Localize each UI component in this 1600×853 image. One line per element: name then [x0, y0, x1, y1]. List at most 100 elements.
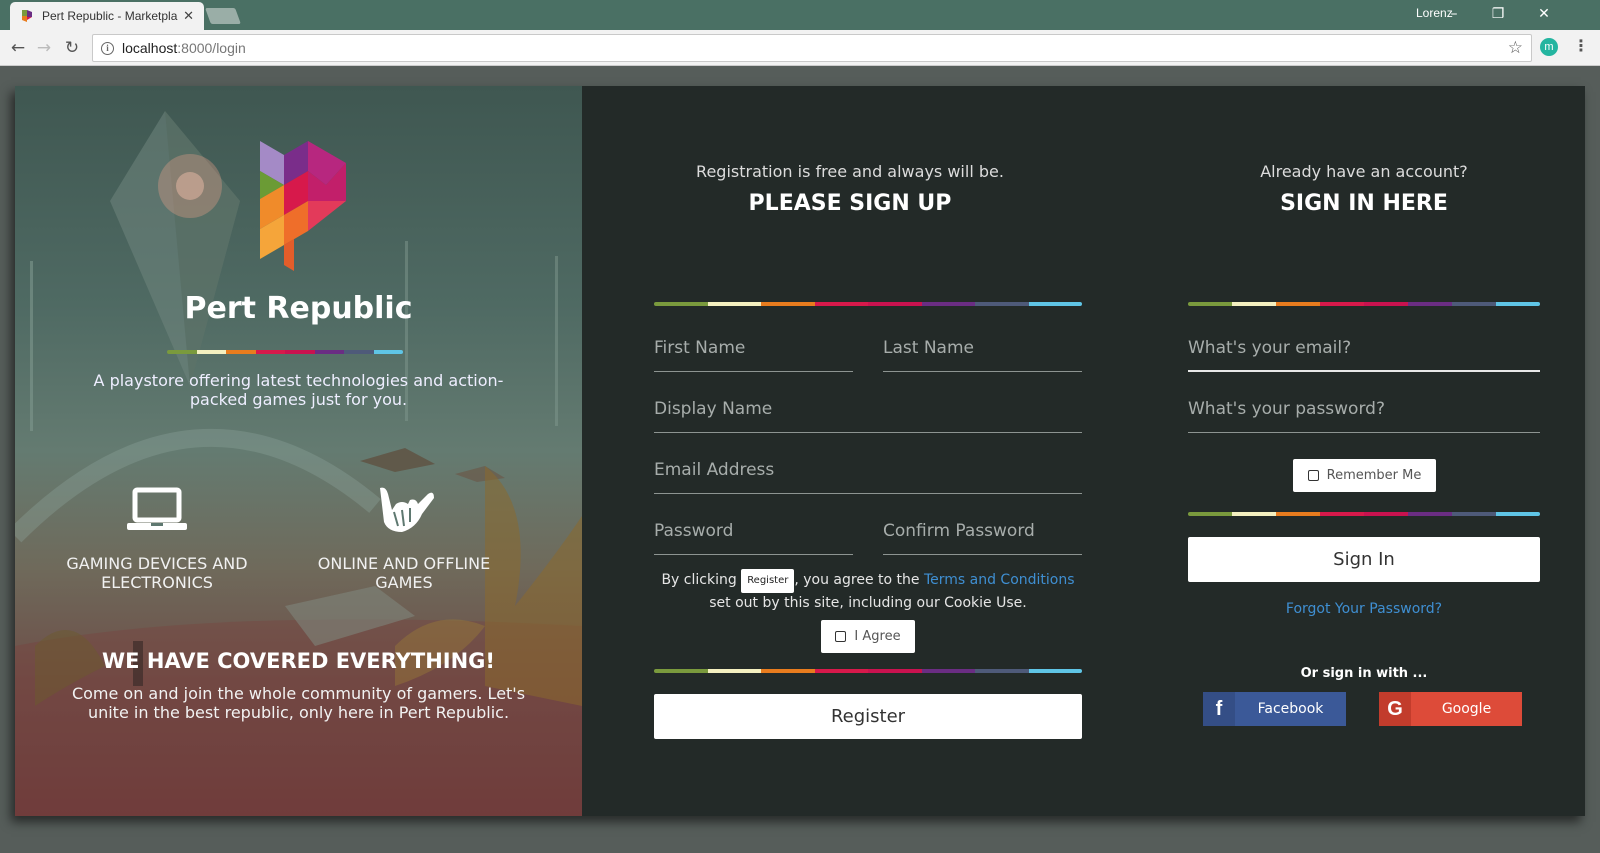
- browser-tab[interactable]: Pert Republic - Marketpla ✕: [10, 2, 204, 30]
- feature-devices: GAMING DEVICES AND ELECTRONICS: [42, 486, 272, 592]
- stripe-segment: [975, 302, 1029, 306]
- stripe-segment: [1452, 302, 1496, 306]
- reload-icon[interactable]: ↻: [60, 36, 84, 60]
- window-close-icon[interactable]: ✕: [1524, 2, 1564, 26]
- terms-agreement-text: By clicking Register, you agree to the T…: [654, 569, 1082, 613]
- agree-checkbox[interactable]: I Agree: [821, 620, 915, 653]
- signup-email-field[interactable]: [654, 450, 1082, 494]
- tab-close-icon[interactable]: ✕: [183, 8, 194, 24]
- browser-toolbar: ← → ↻ i localhost:8000/login ☆ m ⋮: [0, 30, 1600, 66]
- bookmark-star-icon[interactable]: ☆: [1508, 38, 1523, 58]
- signin-color-stripe: [1188, 302, 1540, 306]
- new-tab-button[interactable]: [205, 8, 241, 24]
- forward-icon[interactable]: →: [32, 36, 56, 60]
- stripe-segment: [1364, 302, 1408, 306]
- google-button[interactable]: G Google: [1379, 692, 1522, 726]
- stripe-segment: [814, 669, 868, 673]
- stripe-segment: [761, 302, 815, 306]
- register-button[interactable]: Register: [654, 694, 1082, 739]
- agree-suffix: set out by this site, including our Cook…: [709, 595, 1027, 611]
- hero-panel: Pert Republic A playstore offering lates…: [15, 86, 582, 816]
- signin-subtitle: Already have an account?: [1260, 162, 1468, 181]
- stripe-segment: [1028, 302, 1082, 306]
- feature-games-label: ONLINE AND OFFLINE GAMES: [317, 554, 491, 592]
- stripe-segment: [1320, 302, 1364, 306]
- feature-games: ONLINE AND OFFLINE GAMES: [289, 486, 519, 592]
- stripe-segment: [373, 350, 403, 354]
- stripe-segment: [1028, 669, 1082, 673]
- stripe-segment: [1276, 512, 1320, 516]
- remember-me-label: Remember Me: [1326, 468, 1422, 483]
- browser-menu-icon[interactable]: ⋮: [1573, 36, 1589, 55]
- stripe-segment: [1276, 302, 1320, 306]
- minimize-icon[interactable]: –: [1434, 2, 1474, 26]
- stripe-segment: [285, 350, 315, 354]
- stripe-segment: [167, 350, 197, 354]
- stripe-segment: [314, 350, 344, 354]
- stripe-segment: [1232, 302, 1276, 306]
- restore-icon[interactable]: ❐: [1478, 2, 1518, 26]
- stripe-segment: [921, 669, 975, 673]
- extension-icon[interactable]: m: [1540, 38, 1558, 56]
- stripe-segment: [255, 350, 285, 354]
- shaka-hand-icon: [380, 487, 434, 532]
- pert-republic-logo: [260, 141, 346, 271]
- confirm-password-input[interactable]: [883, 511, 1082, 551]
- stripe-segment: [761, 669, 815, 673]
- cover-title: WE HAVE COVERED EVERYTHING!: [102, 649, 495, 673]
- signin-email-field[interactable]: [1188, 328, 1540, 372]
- signup-email-input[interactable]: [654, 450, 1082, 490]
- url-path: :8000/login: [177, 40, 246, 56]
- first-name-field[interactable]: [654, 328, 853, 372]
- stripe-segment: [1364, 512, 1408, 516]
- url-host: localhost: [122, 40, 178, 56]
- register-color-stripe: [654, 669, 1082, 673]
- back-icon[interactable]: ←: [6, 36, 30, 60]
- agree-middle: , you agree to the: [794, 572, 920, 588]
- signin-email-input[interactable]: [1188, 328, 1540, 368]
- stripe-segment: [1496, 302, 1540, 306]
- stripe-segment: [1188, 302, 1232, 306]
- display-name-input[interactable]: [654, 389, 1082, 429]
- stripe-segment: [1188, 512, 1232, 516]
- stripe-segment: [1320, 512, 1364, 516]
- stripe-segment: [344, 350, 374, 354]
- first-name-input[interactable]: [654, 328, 853, 368]
- inline-register-badge: Register: [741, 569, 795, 593]
- stripe-segment: [196, 350, 226, 354]
- display-name-field[interactable]: [654, 389, 1082, 433]
- browser-titlebar: Pert Republic - Marketpla ✕ Lorenz – ❐ ✕: [0, 0, 1600, 30]
- stripe-segment: [814, 302, 868, 306]
- stripe-segment: [868, 669, 922, 673]
- stripe-segment: [868, 302, 922, 306]
- site-info-icon[interactable]: i: [101, 41, 114, 55]
- remember-me-checkbox[interactable]: Remember Me: [1293, 459, 1436, 492]
- signin-password-input[interactable]: [1188, 389, 1540, 429]
- facebook-button[interactable]: f Facebook: [1203, 692, 1346, 726]
- confirm-password-field[interactable]: [883, 511, 1082, 555]
- social-signin-label: Or sign in with ...: [1300, 666, 1428, 681]
- stripe-segment: [707, 669, 761, 673]
- stripe-segment: [1232, 512, 1276, 516]
- stripe-segment: [1408, 302, 1452, 306]
- last-name-input[interactable]: [883, 328, 1082, 368]
- sign-in-button[interactable]: Sign In: [1188, 537, 1540, 582]
- agree-prefix: By clicking: [661, 572, 737, 588]
- signup-password-field[interactable]: [654, 511, 853, 555]
- agree-checkbox-label: I Agree: [854, 629, 901, 644]
- stripe-segment: [654, 669, 708, 673]
- stripe-segment: [1408, 512, 1452, 516]
- signin-password-field[interactable]: [1188, 389, 1540, 433]
- google-label: Google: [1441, 701, 1492, 717]
- last-name-field[interactable]: [883, 328, 1082, 372]
- address-bar[interactable]: i localhost:8000/login ☆: [92, 34, 1532, 62]
- forgot-password-link[interactable]: Forgot Your Password?: [1188, 601, 1540, 617]
- terms-link[interactable]: Terms and Conditions: [924, 572, 1075, 588]
- signup-password-input[interactable]: [654, 511, 853, 551]
- cover-text: Come on and join the whole community of …: [71, 684, 526, 722]
- stripe-segment: [975, 669, 1029, 673]
- signup-subtitle: Registration is free and always will be.: [696, 162, 1004, 181]
- feature-devices-label: GAMING DEVICES AND ELECTRONICS: [66, 554, 248, 592]
- signin-title: SIGN IN HERE: [1280, 191, 1448, 216]
- tab-title: Pert Republic - Marketpla: [42, 9, 178, 23]
